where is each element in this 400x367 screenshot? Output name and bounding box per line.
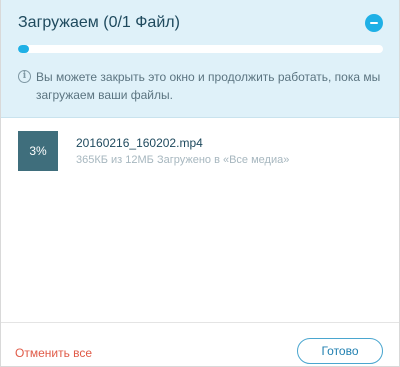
upload-progress-fill <box>18 45 29 53</box>
file-progress-percent: 3% <box>29 144 47 158</box>
file-name: 20160216_160202.mp4 <box>76 136 203 150</box>
upload-progress-bar <box>18 45 383 53</box>
file-status: 365КБ из 12МБ Загружено в «Все медиа» <box>76 154 290 166</box>
file-list-item: 3% 20160216_160202.mp4 365КБ из 12МБ Заг… <box>18 131 383 171</box>
cancel-all-button[interactable]: Отменить все <box>15 346 92 360</box>
minimize-button[interactable] <box>365 14 383 32</box>
info-icon: i <box>18 70 31 83</box>
upload-title: Загружаем (0/1 Файл) <box>18 14 180 31</box>
file-thumbnail: 3% <box>18 131 58 171</box>
upload-header: Загружаем (0/1 Файл) i Вы можете закрыть… <box>1 0 399 118</box>
info-text: Вы можете закрыть это окно и продолжить … <box>36 70 381 102</box>
upload-dialog: Загружаем (0/1 Файл) i Вы можете закрыть… <box>0 0 400 367</box>
done-button[interactable]: Готово <box>297 338 383 364</box>
info-message: i Вы можете закрыть это окно и продолжит… <box>18 68 383 104</box>
minus-circle-icon <box>370 22 378 24</box>
dialog-footer: Отменить все Готово <box>1 322 399 367</box>
